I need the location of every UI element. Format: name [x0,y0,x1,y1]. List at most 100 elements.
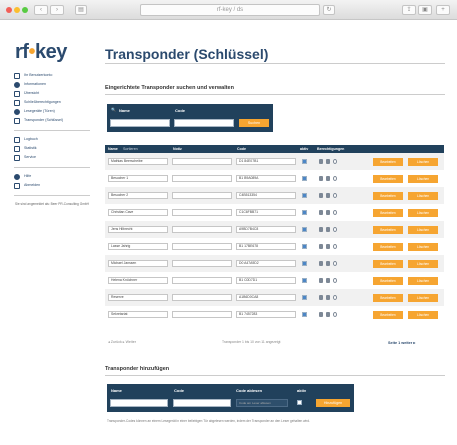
sidebar-toggle-button[interactable]: ▤ [75,5,87,15]
search-name-input[interactable] [110,119,170,127]
edit-button[interactable]: Bearbeiten [373,158,403,166]
row-name-field[interactable]: Mathias Beerscheibe [108,158,168,165]
forward-button[interactable]: › [50,5,64,15]
row-active-checkbox[interactable] [302,261,307,266]
edit-button[interactable]: Bearbeiten [373,311,403,319]
tabs-button[interactable]: ▣ [418,5,432,15]
row-notes-field[interactable] [172,311,232,318]
edit-button[interactable]: Bearbeiten [373,209,403,217]
permission-door-icon[interactable] [319,159,323,164]
permission-clock-icon[interactable] [333,261,337,266]
permission-door-icon[interactable] [319,193,323,198]
edit-button[interactable]: Bearbeiten [373,277,403,285]
permission-door-icon[interactable] [319,176,323,181]
permission-key-icon[interactable] [326,193,330,198]
sidebar-item-readers[interactable]: Lesegeräte (Türen) [14,109,94,115]
permission-clock-icon[interactable] [333,278,337,283]
row-code-field[interactable]: D1 84E07B1 [236,158,296,165]
add-button[interactable]: Hinzufügen [316,399,350,407]
permission-clock-icon[interactable] [333,159,337,164]
row-active-checkbox[interactable] [302,210,307,215]
row-code-field[interactable]: A1B6D0CA8 [236,294,296,301]
edit-button[interactable]: Bearbeiten [373,294,403,302]
sidebar-item-info[interactable]: Informationen [14,82,94,88]
address-bar[interactable]: rf-key / ds [140,4,320,16]
permission-key-icon[interactable] [326,278,330,283]
zoom-window-icon[interactable] [22,7,28,13]
row-notes-field[interactable] [172,243,232,250]
add-active-checkbox[interactable] [297,400,302,405]
row-name-field[interactable]: Reserve [108,294,168,301]
delete-button[interactable]: Löschen [408,226,438,234]
row-active-checkbox[interactable] [302,244,307,249]
permission-door-icon[interactable] [319,261,323,266]
sidebar-item-transponder[interactable]: Transponder (Schlüssel) [14,118,94,124]
code-read-field[interactable]: Code am Leser ablesen [236,399,288,407]
permission-key-icon[interactable] [326,295,330,300]
sidebar-item-account[interactable]: Ihr Benutzerkonto [14,73,94,79]
permission-clock-icon[interactable] [333,244,337,249]
search-button[interactable]: Suchen [239,119,269,127]
row-code-field[interactable]: C1C6FBB71 [236,209,296,216]
row-notes-field[interactable] [172,260,232,267]
row-code-field[interactable]: A9BD7B4C8 [236,226,296,233]
row-active-checkbox[interactable] [302,278,307,283]
edit-button[interactable]: Bearbeiten [373,260,403,268]
add-name-input[interactable] [110,399,168,407]
row-code-field[interactable]: B1 C0D7D1 [236,277,296,284]
delete-button[interactable]: Löschen [408,311,438,319]
row-name-field[interactable]: Jens Hilbrecht [108,226,168,233]
row-notes-field[interactable] [172,294,232,301]
edit-button[interactable]: Bearbeiten [373,192,403,200]
permission-clock-icon[interactable] [333,176,337,181]
row-active-checkbox[interactable] [302,159,307,164]
edit-button[interactable]: Bearbeiten [373,243,403,251]
row-notes-field[interactable] [172,158,232,165]
search-code-input[interactable] [174,119,234,127]
delete-button[interactable]: Löschen [408,192,438,200]
new-tab-button[interactable]: + [436,5,450,15]
close-window-icon[interactable] [6,7,12,13]
delete-button[interactable]: Löschen [408,243,438,251]
row-active-checkbox[interactable] [302,227,307,232]
sidebar-item-logout[interactable]: Abmelden [14,183,94,189]
permission-clock-icon[interactable] [333,312,337,317]
delete-button[interactable]: Löschen [408,209,438,217]
pager-prev-next[interactable]: ◂ Zurück ▸ Weiter [108,340,136,344]
permission-clock-icon[interactable] [333,193,337,198]
row-name-field[interactable]: Besucher 2 [108,192,168,199]
permission-key-icon[interactable] [326,227,330,232]
row-name-field[interactable]: Helena Knöchner [108,277,168,284]
permission-door-icon[interactable] [319,312,323,317]
row-name-field[interactable]: Besucher 1 [108,175,168,182]
permission-door-icon[interactable] [319,295,323,300]
row-code-field[interactable]: C4B513354 [236,192,296,199]
row-notes-field[interactable] [172,175,232,182]
row-code-field[interactable]: B1 7457283 [236,311,296,318]
permission-door-icon[interactable] [319,278,323,283]
sidebar-item-service[interactable]: Service [14,155,94,161]
row-notes-field[interactable] [172,277,232,284]
sidebar-item-overview[interactable]: Übersicht [14,91,94,97]
delete-button[interactable]: Löschen [408,158,438,166]
edit-button[interactable]: Bearbeiten [373,175,403,183]
permission-door-icon[interactable] [319,244,323,249]
row-active-checkbox[interactable] [302,295,307,300]
sidebar-item-help[interactable]: Hilfe [14,174,94,180]
minimize-window-icon[interactable] [14,7,20,13]
add-code-input[interactable] [173,399,231,407]
sidebar-item-statistics[interactable]: Statistik [14,146,94,152]
permission-clock-icon[interactable] [333,295,337,300]
row-active-checkbox[interactable] [302,312,307,317]
rfkey-logo[interactable]: rf•key [15,41,67,64]
pager-page-nav[interactable]: Seite 1 weiter ▸ [388,340,415,345]
back-button[interactable]: ‹ [34,5,48,15]
permission-clock-icon[interactable] [333,227,337,232]
delete-button[interactable]: Löschen [408,294,438,302]
permission-key-icon[interactable] [326,261,330,266]
sidebar-item-permissions[interactable]: Schließberechtigungen [14,100,94,106]
edit-button[interactable]: Bearbeiten [373,226,403,234]
delete-button[interactable]: Löschen [408,277,438,285]
row-notes-field[interactable] [172,226,232,233]
row-name-field[interactable]: Sekretariat [108,311,168,318]
